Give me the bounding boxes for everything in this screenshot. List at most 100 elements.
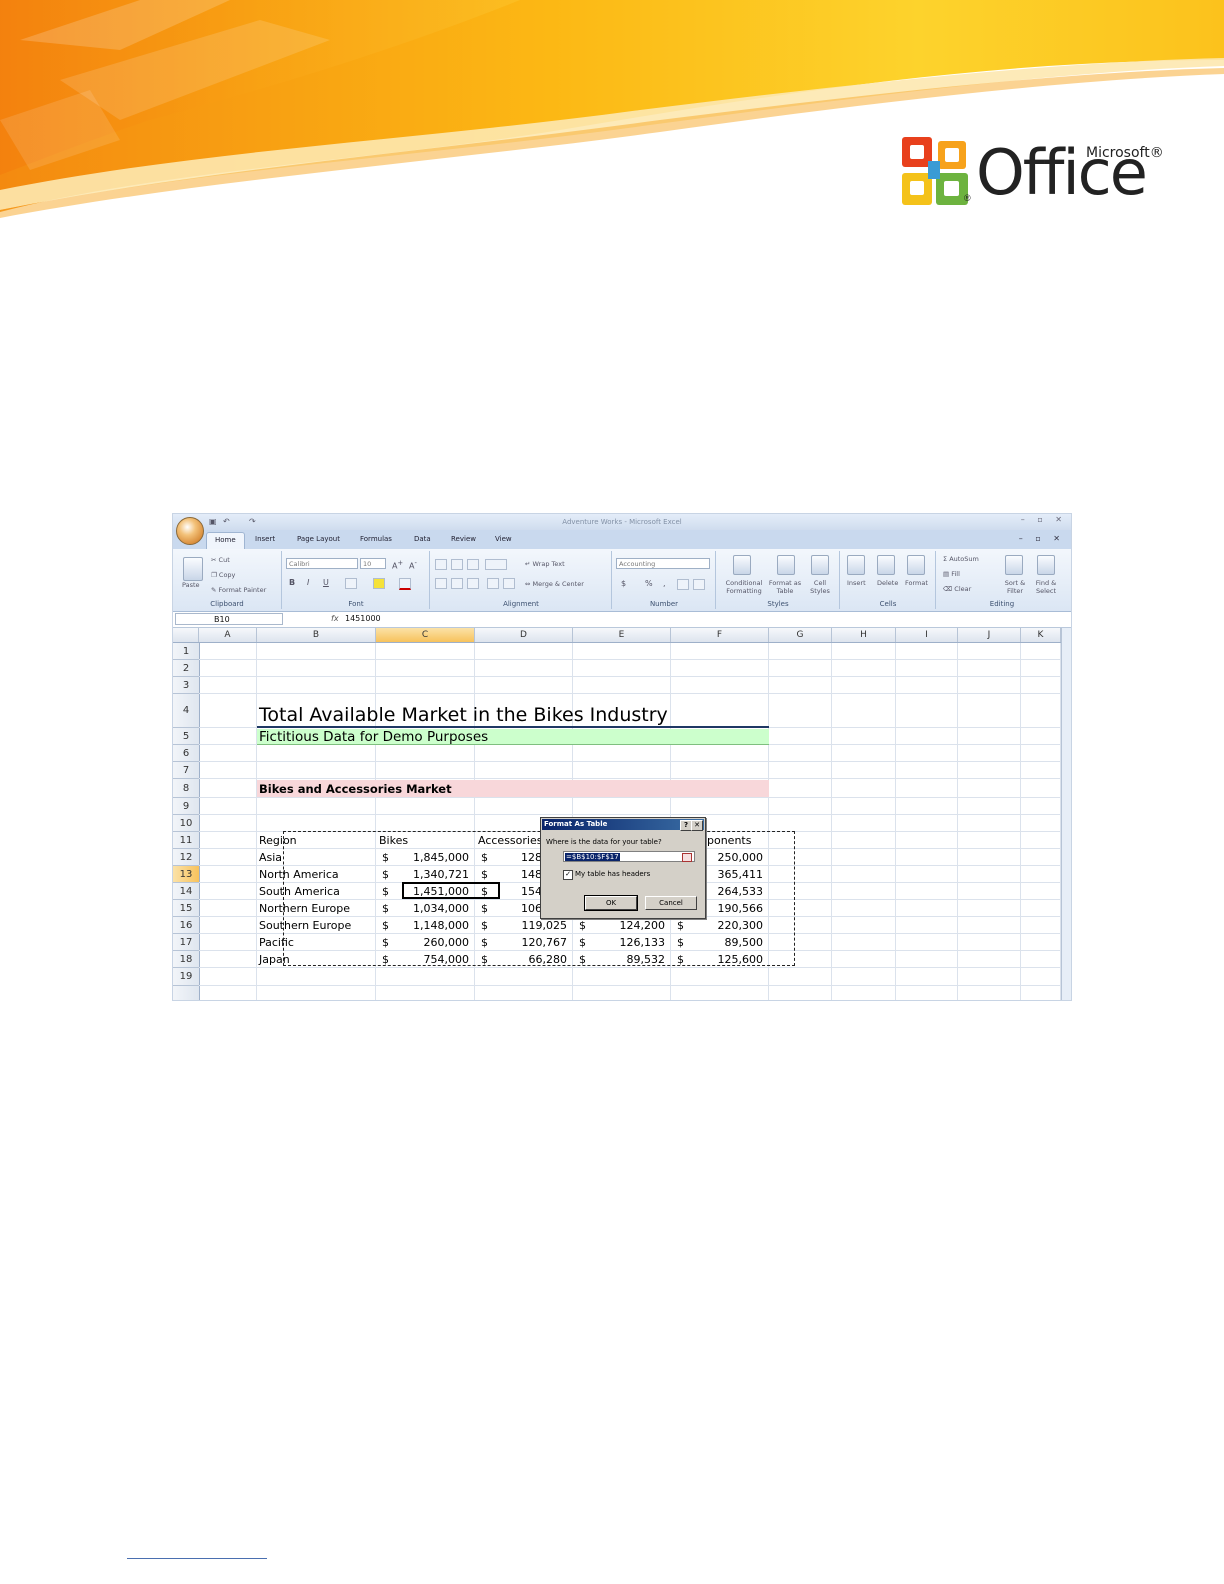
ok-button[interactable]: OK bbox=[584, 895, 638, 911]
row-header-17[interactable]: 17 bbox=[173, 934, 199, 951]
row-header-19[interactable]: 19 bbox=[173, 968, 199, 986]
row-header-14[interactable]: 14 bbox=[173, 883, 199, 900]
tab-home[interactable]: Home bbox=[206, 532, 245, 549]
formula-input[interactable]: 1451000 bbox=[345, 614, 381, 623]
align-middle-icon[interactable] bbox=[451, 559, 463, 570]
orientation-icon[interactable] bbox=[485, 559, 507, 570]
row-header-1[interactable]: 1 bbox=[173, 643, 199, 660]
active-cell[interactable] bbox=[402, 882, 500, 899]
align-top-icon[interactable] bbox=[435, 559, 447, 570]
column-header-b[interactable]: B bbox=[257, 628, 376, 642]
column-header-k[interactable]: K bbox=[1021, 628, 1061, 642]
percent-button[interactable]: % bbox=[645, 579, 653, 588]
fill-color-icon[interactable] bbox=[373, 578, 385, 589]
row-header-8[interactable]: 8 bbox=[173, 779, 199, 798]
row-header-5[interactable]: 5 bbox=[173, 728, 199, 745]
column-header-j[interactable]: J bbox=[958, 628, 1021, 642]
row-header-6[interactable]: 6 bbox=[173, 745, 199, 762]
collapse-dialog-icon[interactable] bbox=[682, 853, 692, 862]
row-header-7[interactable]: 7 bbox=[173, 762, 199, 779]
format-as-table-button[interactable]: Format as Table bbox=[767, 579, 803, 595]
format-painter-button[interactable]: ✎ Format Painter bbox=[211, 586, 266, 594]
workbook-controls[interactable]: – ▫ ✕ bbox=[1019, 534, 1065, 543]
column-header-e[interactable]: E bbox=[573, 628, 671, 642]
row-header-10[interactable]: 10 bbox=[173, 815, 199, 832]
delete-cells-button[interactable]: Delete bbox=[877, 579, 898, 587]
office-button[interactable] bbox=[176, 517, 204, 545]
row-header-13[interactable]: 13 bbox=[173, 866, 199, 883]
increase-decimal-icon[interactable] bbox=[677, 579, 689, 590]
column-header-c[interactable]: C bbox=[376, 628, 475, 642]
clipboard-group: Paste ✂ Cut ❐ Copy ✎ Format Painter Clip… bbox=[173, 551, 282, 609]
clear-button[interactable]: ⌫ Clear bbox=[943, 585, 971, 593]
cancel-button[interactable]: Cancel bbox=[645, 896, 697, 910]
insert-cells-button[interactable]: Insert bbox=[847, 579, 866, 587]
format-cells-button[interactable]: Format bbox=[905, 579, 928, 587]
column-header-g[interactable]: G bbox=[769, 628, 832, 642]
column-header-d[interactable]: D bbox=[475, 628, 573, 642]
align-bottom-icon[interactable] bbox=[467, 559, 479, 570]
column-header-f[interactable]: F bbox=[671, 628, 769, 642]
font-color-icon[interactable] bbox=[399, 578, 411, 590]
paste-icon[interactable] bbox=[183, 557, 203, 581]
row-header-4[interactable]: 4 bbox=[173, 694, 199, 728]
cell-styles-button[interactable]: Cell Styles bbox=[805, 579, 835, 595]
selection-marquee bbox=[283, 831, 795, 966]
window-controls[interactable]: – ▫ ✕ bbox=[1021, 515, 1067, 524]
name-box[interactable]: B10 bbox=[175, 613, 283, 625]
tab-page-layout[interactable]: Page Layout bbox=[297, 535, 340, 543]
align-center-icon[interactable] bbox=[451, 578, 463, 589]
column-header-i[interactable]: I bbox=[896, 628, 958, 642]
increase-indent-icon[interactable] bbox=[503, 578, 515, 589]
borders-icon[interactable] bbox=[345, 578, 357, 589]
headers-checkbox[interactable]: ✓ bbox=[563, 870, 573, 880]
paste-button[interactable]: Paste bbox=[182, 581, 200, 589]
range-input[interactable]: =$B$10:$F$17 bbox=[563, 851, 695, 862]
tab-formulas[interactable]: Formulas bbox=[360, 535, 392, 543]
number-format-select[interactable]: Accounting bbox=[616, 558, 710, 569]
comma-button[interactable]: , bbox=[663, 579, 666, 588]
tab-review[interactable]: Review bbox=[451, 535, 476, 543]
conditional-formatting-button[interactable]: Conditional Formatting bbox=[721, 579, 767, 595]
shrink-font-icon[interactable]: A- bbox=[409, 559, 417, 571]
decrease-indent-icon[interactable] bbox=[487, 578, 499, 589]
close-icon[interactable]: ✕ bbox=[691, 820, 703, 831]
row-header-12[interactable]: 12 bbox=[173, 849, 199, 866]
underline-button[interactable]: U bbox=[323, 578, 329, 587]
cut-button[interactable]: ✂ Cut bbox=[211, 556, 230, 564]
office-logo: ® Office Microsoft® bbox=[900, 135, 1170, 215]
row-header-16[interactable]: 16 bbox=[173, 917, 199, 934]
tab-data[interactable]: Data bbox=[414, 535, 431, 543]
autosum-button[interactable]: Σ AutoSum bbox=[943, 555, 979, 563]
italic-button[interactable]: I bbox=[307, 578, 309, 587]
currency-button[interactable]: $ bbox=[621, 579, 626, 588]
merge-center-button[interactable]: ⇔ Merge & Center bbox=[525, 580, 584, 588]
fill-button[interactable]: ▤ Fill bbox=[943, 570, 960, 578]
copy-button[interactable]: ❐ Copy bbox=[211, 571, 235, 579]
gridline bbox=[199, 676, 1061, 677]
decrease-decimal-icon[interactable] bbox=[693, 579, 705, 590]
column-header-h[interactable]: H bbox=[832, 628, 896, 642]
tab-insert[interactable]: Insert bbox=[255, 535, 275, 543]
grow-font-icon[interactable]: A+ bbox=[392, 559, 403, 571]
align-right-icon[interactable] bbox=[467, 578, 479, 589]
bold-button[interactable]: B bbox=[289, 578, 295, 587]
row-header-18[interactable]: 18 bbox=[173, 951, 199, 968]
font-size-select[interactable]: 10 bbox=[360, 558, 386, 569]
column-header-a[interactable]: A bbox=[199, 628, 257, 642]
row-header-2[interactable]: 2 bbox=[173, 660, 199, 677]
row-header-9[interactable]: 9 bbox=[173, 798, 199, 815]
vertical-scrollbar[interactable] bbox=[1061, 628, 1071, 1000]
logo-microsoft-text: Microsoft® bbox=[1086, 145, 1164, 161]
row-header-3[interactable]: 3 bbox=[173, 677, 199, 694]
tab-view[interactable]: View bbox=[495, 535, 512, 543]
select-all-corner[interactable] bbox=[173, 628, 199, 642]
sort-filter-button[interactable]: Sort & Filter bbox=[1001, 579, 1029, 595]
font-name-select[interactable]: Calibri bbox=[286, 558, 358, 569]
find-select-button[interactable]: Find & Select bbox=[1031, 579, 1061, 595]
align-left-icon[interactable] bbox=[435, 578, 447, 589]
row-header-11[interactable]: 11 bbox=[173, 832, 199, 849]
row-header-15[interactable]: 15 bbox=[173, 900, 199, 917]
fx-icon[interactable]: fx bbox=[331, 614, 339, 623]
wrap-text-button[interactable]: ↵ Wrap Text bbox=[525, 560, 565, 568]
